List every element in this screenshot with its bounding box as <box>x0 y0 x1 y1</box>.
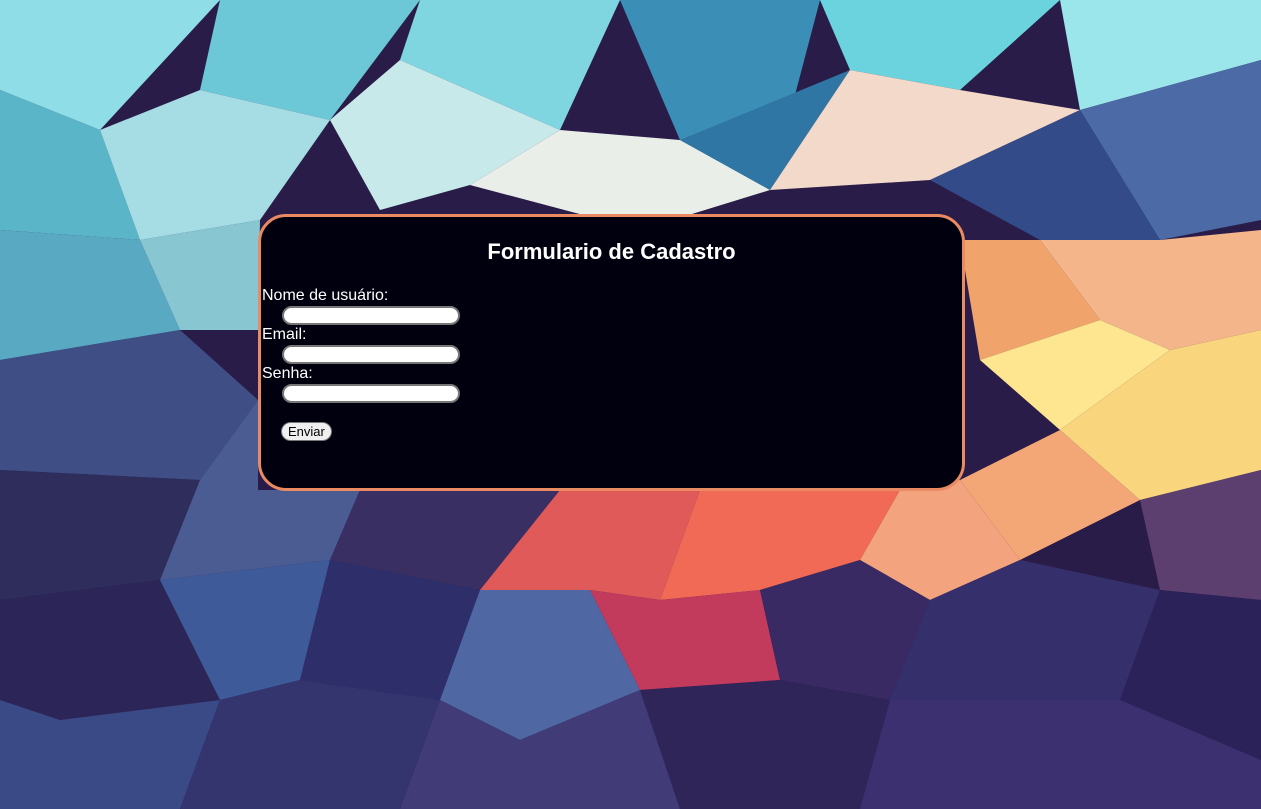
username-input[interactable] <box>282 306 460 325</box>
email-label: Email: <box>262 326 307 343</box>
submit-button[interactable]: Enviar <box>281 422 332 441</box>
email-input[interactable] <box>282 345 460 364</box>
registration-form-card: Formulario de Cadastro Nome de usuário: … <box>258 214 965 491</box>
form-title: Formulario de Cadastro <box>487 239 736 264</box>
username-label: Nome de usuário: <box>262 287 389 304</box>
password-label: Senha: <box>262 365 313 382</box>
password-input[interactable] <box>282 384 460 403</box>
